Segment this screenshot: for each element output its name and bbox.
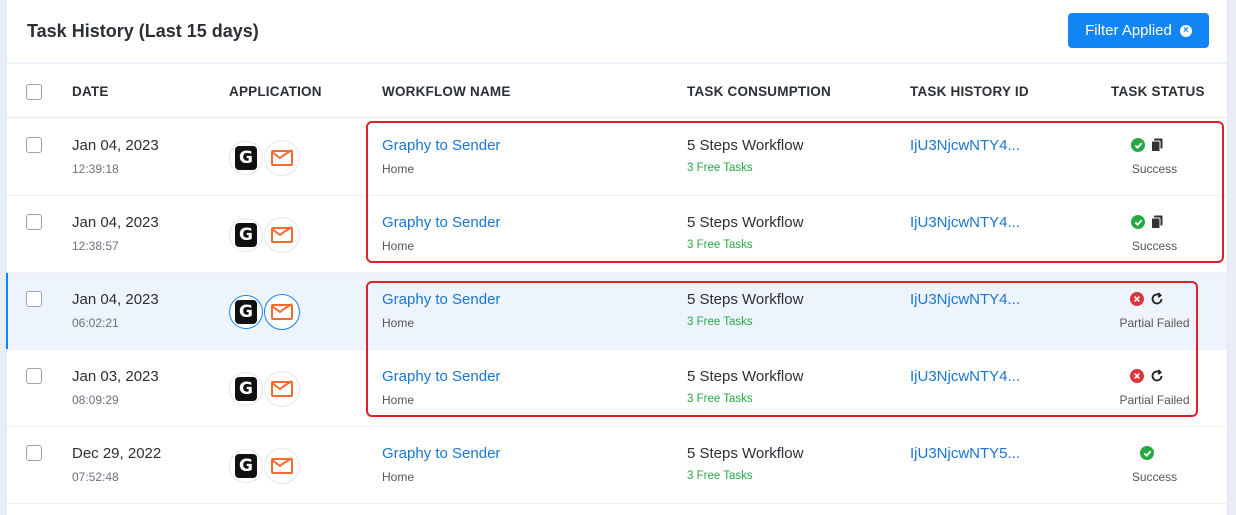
sender-app-icon bbox=[264, 217, 300, 253]
task-time: 08:09:29 bbox=[72, 393, 119, 407]
free-tasks-label: 3 Free Tasks bbox=[687, 470, 753, 482]
sender-app-icon bbox=[264, 294, 300, 330]
steps-label: 5 Steps Workflow bbox=[687, 214, 804, 231]
graphy-app-icon: G bbox=[229, 141, 263, 175]
card-header: Task History (Last 15 days) Filter Appli… bbox=[7, 0, 1227, 64]
workflow-name-link[interactable]: Graphy to Sender bbox=[382, 137, 500, 154]
filter-button-label: Filter Applied bbox=[1085, 22, 1172, 39]
select-all-checkbox[interactable] bbox=[26, 84, 42, 100]
free-tasks-label: 3 Free Tasks bbox=[687, 162, 753, 174]
check-circle-icon bbox=[1131, 138, 1145, 152]
task-time: 06:02:21 bbox=[72, 316, 119, 330]
steps-label: 5 Steps Workflow bbox=[687, 137, 804, 154]
graphy-app-icon: G bbox=[229, 295, 263, 329]
status-label: Partial Failed bbox=[1119, 316, 1190, 330]
graphy-app-icon: G bbox=[229, 372, 263, 406]
row-checkbox[interactable] bbox=[26, 214, 42, 230]
row-checkbox[interactable] bbox=[26, 368, 42, 384]
status-label: Partial Failed bbox=[1119, 393, 1190, 407]
copy-icon[interactable] bbox=[1151, 138, 1163, 152]
task-date: Jan 04, 2023 bbox=[72, 291, 159, 308]
task-history-card: Task History (Last 15 days) Filter Appli… bbox=[6, 0, 1228, 515]
workflow-folder: Home bbox=[382, 393, 415, 407]
workflow-folder: Home bbox=[382, 470, 415, 484]
task-date: Jan 04, 2023 bbox=[72, 214, 159, 231]
table-row[interactable]: Jan 04, 2023 12:39:18 G Graphy to Sender… bbox=[7, 119, 1227, 196]
status-label: Success bbox=[1131, 162, 1178, 176]
task-history-id-link[interactable]: IjU3NjcwNTY5... bbox=[910, 445, 1020, 462]
status-icons bbox=[1117, 136, 1177, 154]
table-row[interactable]: Jan 04, 2023 12:38:57 G Graphy to Sender… bbox=[7, 196, 1227, 273]
error-circle-icon bbox=[1130, 369, 1144, 383]
column-task-consumption[interactable]: TASK CONSUMPTION bbox=[687, 84, 831, 99]
status-icons bbox=[1117, 444, 1177, 462]
task-date: Jan 04, 2023 bbox=[72, 137, 159, 154]
task-time: 12:39:18 bbox=[72, 162, 119, 176]
page-title: Task History (Last 15 days) bbox=[27, 21, 259, 41]
workflow-name-link[interactable]: Graphy to Sender bbox=[382, 445, 500, 462]
workflow-name-link[interactable]: Graphy to Sender bbox=[382, 368, 500, 385]
row-checkbox[interactable] bbox=[26, 137, 42, 153]
workflow-folder: Home bbox=[382, 162, 415, 176]
copy-icon[interactable] bbox=[1151, 215, 1163, 229]
filter-applied-button[interactable]: Filter Applied × bbox=[1068, 13, 1209, 48]
status-label: Success bbox=[1131, 239, 1178, 253]
row-checkbox[interactable] bbox=[26, 445, 42, 461]
task-time: 07:52:48 bbox=[72, 470, 119, 484]
table-row[interactable]: Dec 29, 2022 07:52:48 G Graphy to Sender… bbox=[7, 427, 1227, 504]
retry-icon[interactable] bbox=[1150, 292, 1164, 306]
clear-filter-icon[interactable]: × bbox=[1179, 24, 1192, 37]
table-row[interactable]: Jan 03, 2023 08:09:29 G Graphy to Sender… bbox=[7, 350, 1227, 427]
column-task-history-id[interactable]: TASK HISTORY ID bbox=[910, 84, 1029, 99]
column-application[interactable]: APPLICATION bbox=[229, 84, 322, 99]
row-checkbox[interactable] bbox=[26, 291, 42, 307]
sender-app-icon bbox=[264, 140, 300, 176]
retry-icon[interactable] bbox=[1150, 369, 1164, 383]
workflow-folder: Home bbox=[382, 316, 415, 330]
workflow-name-link[interactable]: Graphy to Sender bbox=[382, 214, 500, 231]
task-history-id-link[interactable]: IjU3NjcwNTY4... bbox=[910, 291, 1020, 308]
task-date: Dec 29, 2022 bbox=[72, 445, 162, 462]
task-time: 12:38:57 bbox=[72, 239, 119, 253]
column-workflow-name[interactable]: WORKFLOW NAME bbox=[382, 84, 511, 99]
graphy-app-icon: G bbox=[229, 449, 263, 483]
free-tasks-label: 3 Free Tasks bbox=[687, 393, 753, 405]
sender-app-icon bbox=[264, 371, 300, 407]
workflow-name-link[interactable]: Graphy to Sender bbox=[382, 291, 500, 308]
task-date: Jan 03, 2023 bbox=[72, 368, 159, 385]
table-row[interactable]: Jan 04, 2023 06:02:21 G Graphy to Sender… bbox=[6, 273, 1227, 350]
error-circle-icon bbox=[1130, 292, 1144, 306]
check-circle-icon bbox=[1140, 446, 1154, 460]
free-tasks-label: 3 Free Tasks bbox=[687, 239, 753, 251]
check-circle-icon bbox=[1131, 215, 1145, 229]
steps-label: 5 Steps Workflow bbox=[687, 291, 804, 308]
graphy-app-icon: G bbox=[229, 218, 263, 252]
task-history-id-link[interactable]: IjU3NjcwNTY4... bbox=[910, 137, 1020, 154]
column-date[interactable]: DATE bbox=[72, 84, 109, 99]
sender-app-icon bbox=[264, 448, 300, 484]
task-history-id-link[interactable]: IjU3NjcwNTY4... bbox=[910, 368, 1020, 385]
status-icons bbox=[1117, 367, 1177, 385]
task-history-id-link[interactable]: IjU3NjcwNTY4... bbox=[910, 214, 1020, 231]
workflow-folder: Home bbox=[382, 239, 415, 253]
table-header: DATE APPLICATION WORKFLOW NAME TASK CONS… bbox=[7, 66, 1227, 118]
free-tasks-label: 3 Free Tasks bbox=[687, 316, 753, 328]
steps-label: 5 Steps Workflow bbox=[687, 368, 804, 385]
status-icons bbox=[1117, 213, 1177, 231]
status-icons bbox=[1117, 290, 1177, 308]
status-label: Success bbox=[1131, 470, 1178, 484]
steps-label: 5 Steps Workflow bbox=[687, 445, 804, 462]
column-task-status[interactable]: TASK STATUS bbox=[1111, 84, 1205, 99]
